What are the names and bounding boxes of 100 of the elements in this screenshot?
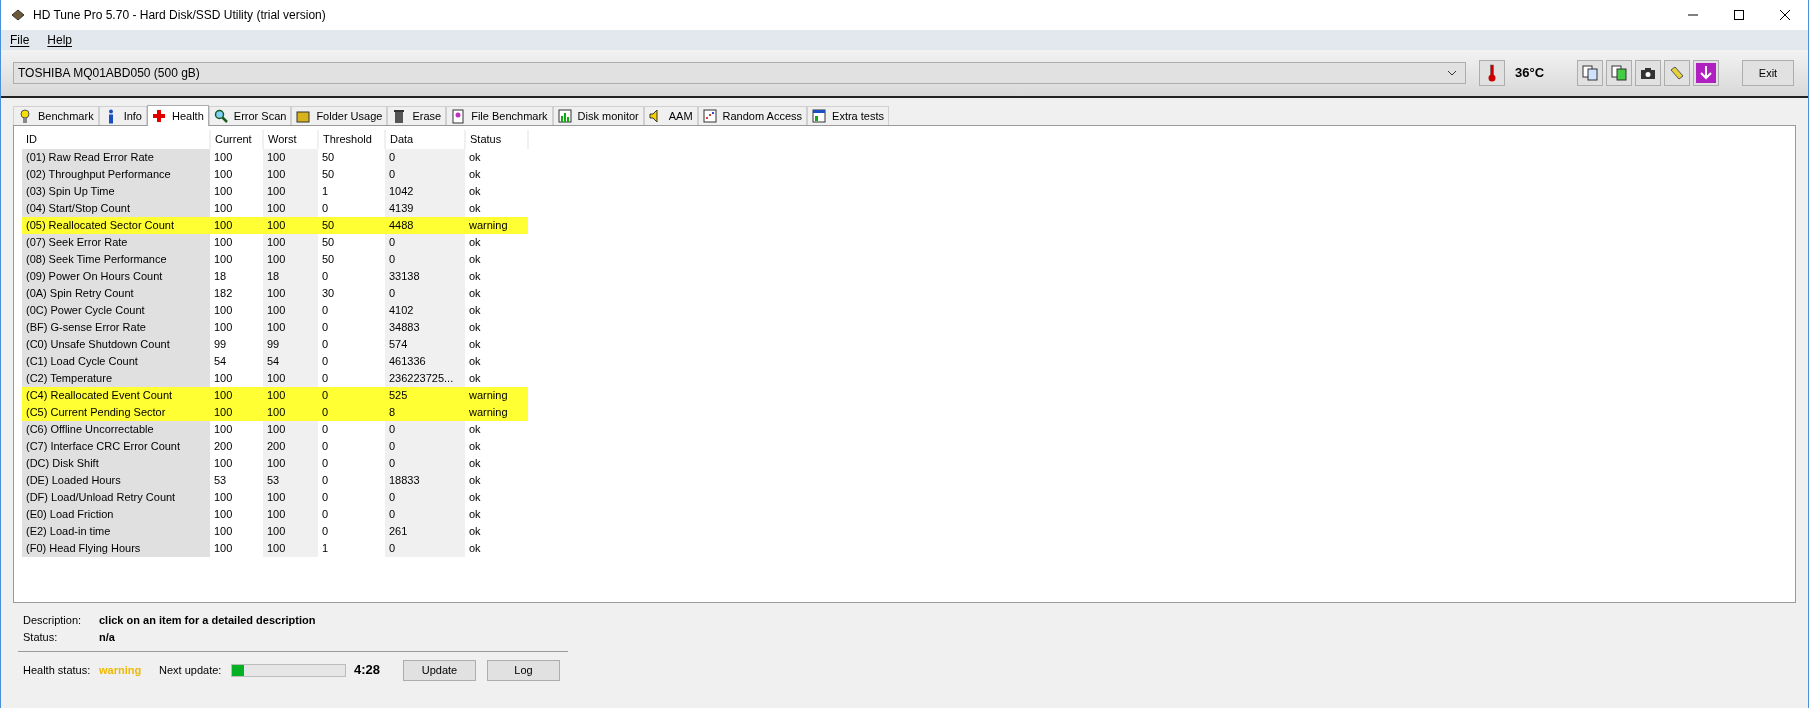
table-cell: ok <box>465 149 528 166</box>
tab[interactable]: Health <box>147 105 209 126</box>
table-cell: 100 <box>263 319 318 336</box>
table-cell: 100 <box>210 319 263 336</box>
thermometer-icon <box>1488 64 1496 82</box>
table-cell: 0 <box>385 234 465 251</box>
close-icon <box>1780 10 1790 20</box>
table-cell: 100 <box>263 506 318 523</box>
exit-button[interactable]: Exit <box>1742 60 1794 86</box>
table-cell: 0 <box>385 166 465 183</box>
table-cell: 100 <box>263 370 318 387</box>
table-cell: ok <box>465 370 528 387</box>
table-cell: 100 <box>210 166 263 183</box>
table-cell: (C4) Reallocated Event Count <box>22 387 210 404</box>
table-cell: (C5) Current Pending Sector <box>22 404 210 421</box>
tab[interactable]: File Benchmark <box>446 106 553 125</box>
table-cell: 0 <box>318 523 385 540</box>
table-cell: 461336 <box>385 353 465 370</box>
table-cell: 0 <box>318 489 385 506</box>
table-cell: 1 <box>318 183 385 200</box>
download-icon[interactable] <box>1693 60 1719 86</box>
table-cell: (E0) Load Friction <box>22 506 210 523</box>
scatter-chart-icon <box>702 108 717 124</box>
table-cell: 4139 <box>385 200 465 217</box>
table-cell: 0 <box>318 472 385 489</box>
table-cell: 182 <box>210 285 263 302</box>
table-cell: 54 <box>210 353 263 370</box>
table-cell: (C2) Temperature <box>22 370 210 387</box>
tab[interactable]: Folder Usage <box>291 106 388 125</box>
table-cell: (0C) Power Cycle Count <box>22 302 210 319</box>
camera-icon[interactable] <box>1635 60 1661 86</box>
menu-item[interactable]: File <box>10 31 30 49</box>
table-cell: 100 <box>210 234 263 251</box>
table-cell: 100 <box>263 523 318 540</box>
tab[interactable]: Extra tests <box>807 106 889 125</box>
table-cell: 54 <box>263 353 318 370</box>
chevron-down-icon <box>1447 70 1457 76</box>
table-cell: 100 <box>263 285 318 302</box>
table-cell: 4488 <box>385 217 465 234</box>
table-cell: (C6) Offline Uncorrectable <box>22 421 210 438</box>
table-cell: 100 <box>263 404 318 421</box>
table-cell: 50 <box>318 234 385 251</box>
copy-screenshot-icon[interactable] <box>1606 60 1632 86</box>
health-status-value: warning <box>99 662 143 678</box>
window-chart-icon <box>812 108 827 124</box>
temperature-button[interactable] <box>1479 60 1505 86</box>
table-cell: 574 <box>385 336 465 353</box>
table-cell: 0 <box>385 149 465 166</box>
table-cell: 18833 <box>385 472 465 489</box>
tab[interactable]: Info <box>98 106 147 125</box>
table-cell: 100 <box>263 455 318 472</box>
tab[interactable]: Random Access <box>697 106 808 125</box>
table-cell: 0 <box>318 455 385 472</box>
table-cell: 99 <box>263 336 318 353</box>
health-status-label: Health status: <box>23 662 92 678</box>
drive-dropdown[interactable]: TOSHIBA MQ01ABD050 (500 gB) <box>13 62 1466 84</box>
drive-name: TOSHIBA MQ01ABD050 (500 gB) <box>18 65 200 82</box>
lightbulb-icon <box>18 108 32 124</box>
table-cell: 100 <box>210 455 263 472</box>
table-cell: (08) Seek Time Performance <box>22 251 210 268</box>
table-cell: 0 <box>318 387 385 404</box>
table-cell: 100 <box>263 166 318 183</box>
table-cell: 0 <box>385 251 465 268</box>
table-cell: warning <box>465 404 528 421</box>
table-cell: (01) Raw Read Error Rate <box>22 149 210 166</box>
table-cell: 100 <box>210 387 263 404</box>
table-cell: 100 <box>263 234 318 251</box>
tab[interactable]: Erase <box>387 106 447 125</box>
table-cell: 4102 <box>385 302 465 319</box>
tab[interactable]: Benchmark <box>13 106 99 125</box>
table-cell: 100 <box>263 489 318 506</box>
tab[interactable]: AAM <box>643 106 698 125</box>
folder-icon <box>296 108 311 124</box>
bar-chart-icon <box>557 108 572 124</box>
table-cell: 1042 <box>385 183 465 200</box>
table-cell: 34883 <box>385 319 465 336</box>
table-cell: 53 <box>263 472 318 489</box>
table-cell: 99 <box>210 336 263 353</box>
update-button[interactable]: Update <box>403 659 476 681</box>
table-cell: 100 <box>210 540 263 557</box>
table-cell: (03) Spin Up Time <box>22 183 210 200</box>
table-cell: 1 <box>318 540 385 557</box>
menu-item[interactable]: Help <box>47 31 73 49</box>
status-value: n/a <box>99 630 115 646</box>
cross-icon <box>152 108 166 124</box>
table-cell: (09) Power On Hours Count <box>22 268 210 285</box>
table-cell: 100 <box>263 421 318 438</box>
table-cell: 0 <box>318 319 385 336</box>
table-cell: 53 <box>210 472 263 489</box>
table-cell: 100 <box>263 251 318 268</box>
copy-icon[interactable] <box>1577 60 1603 86</box>
table-cell: 200 <box>263 438 318 455</box>
table-cell: (C1) Load Cycle Count <box>22 353 210 370</box>
table-cell: 18 <box>263 268 318 285</box>
tab[interactable]: Error Scan <box>208 106 292 125</box>
table-cell: 50 <box>318 166 385 183</box>
log-button[interactable]: Log <box>487 659 560 681</box>
tab[interactable]: Disk monitor <box>552 106 644 125</box>
table-cell: (0A) Spin Retry Count <box>22 285 210 302</box>
table-cell: 100 <box>263 200 318 217</box>
